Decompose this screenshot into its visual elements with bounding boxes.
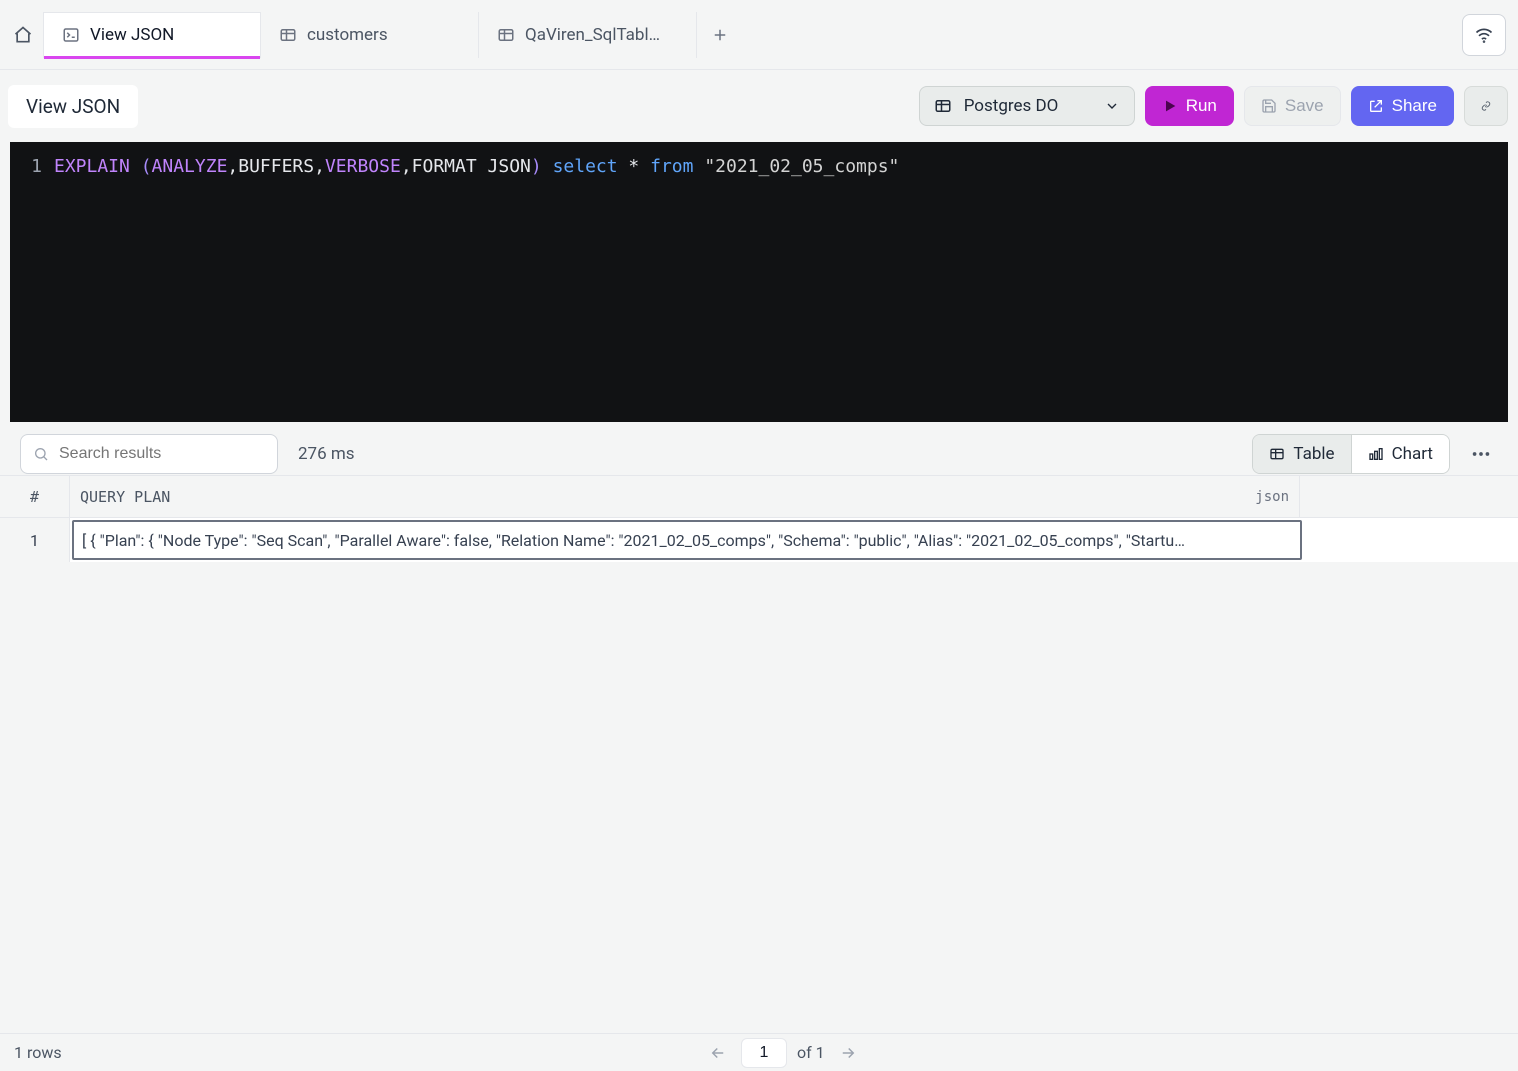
next-page-button[interactable]: [835, 1044, 861, 1062]
toolbar: View JSON Postgres DO Run Save Share: [0, 70, 1518, 130]
tab-label: QaViren_SqlTabl…: [525, 25, 660, 45]
connection-select[interactable]: Postgres DO: [919, 86, 1135, 126]
header-col-type: json: [1255, 489, 1289, 505]
share-button[interactable]: Share: [1351, 86, 1454, 126]
add-tab-button[interactable]: [697, 12, 743, 58]
terminal-icon: [62, 26, 80, 44]
line-number: 1: [10, 156, 54, 422]
prev-page-button[interactable]: [705, 1044, 731, 1062]
table-icon: [279, 26, 297, 44]
view-table-button[interactable]: Table: [1253, 435, 1350, 473]
cell-query-plan[interactable]: [ { "Plan": { "Node Type": "Seq Scan", "…: [72, 520, 1302, 560]
pager: of 1: [705, 1038, 861, 1068]
connection-status-button[interactable]: [1462, 14, 1506, 56]
table-icon: [497, 26, 515, 44]
tab-bar: View JSON customers QaViren_SqlTabl…: [0, 0, 1518, 70]
share-label: Share: [1392, 96, 1437, 116]
save-button[interactable]: Save: [1244, 86, 1341, 126]
tab-customers[interactable]: customers: [261, 12, 479, 58]
database-icon: [934, 97, 952, 115]
home-button[interactable]: [3, 15, 43, 55]
header-query-plan[interactable]: QUERY PLAN json: [70, 476, 1300, 517]
tab-label: View JSON: [90, 25, 174, 45]
row-count: 1 rows: [14, 1043, 62, 1062]
view-toggle: Table Chart: [1252, 434, 1450, 474]
results-toolbar: 276 ms Table Chart: [0, 422, 1518, 476]
run-button[interactable]: Run: [1145, 86, 1234, 126]
view-table-label: Table: [1293, 444, 1334, 464]
header-col-name: QUERY PLAN: [80, 488, 170, 506]
chart-icon: [1368, 446, 1384, 462]
page-title: View JSON: [8, 85, 138, 128]
query-timing: 276 ms: [298, 444, 355, 464]
save-label: Save: [1285, 96, 1324, 116]
sql-code: EXPLAIN (ANALYZE,BUFFERS,VERBOSE,FORMAT …: [54, 156, 899, 422]
results-table: # QUERY PLAN json 1 [ { "Plan": { "Node …: [0, 476, 1518, 562]
more-menu-button[interactable]: [1470, 443, 1506, 465]
tab-qaviren[interactable]: QaViren_SqlTabl…: [479, 12, 697, 58]
view-chart-button[interactable]: Chart: [1351, 435, 1449, 473]
chevron-down-icon: [1104, 98, 1120, 114]
connection-label: Postgres DO: [964, 96, 1059, 116]
run-label: Run: [1186, 96, 1217, 116]
row-index: 1: [0, 518, 70, 562]
search-results-input[interactable]: [20, 434, 278, 474]
tab-view-json[interactable]: View JSON: [43, 12, 261, 58]
search-input-field[interactable]: [59, 445, 265, 463]
table-row: 1 [ { "Plan": { "Node Type": "Seq Scan",…: [0, 518, 1518, 562]
page-input[interactable]: [741, 1038, 787, 1068]
tab-label: customers: [307, 25, 388, 45]
sql-editor[interactable]: 1 EXPLAIN (ANALYZE,BUFFERS,VERBOSE,FORMA…: [10, 142, 1508, 422]
table-header-row: # QUERY PLAN json: [0, 476, 1518, 518]
copy-link-button[interactable]: [1464, 86, 1508, 126]
view-chart-label: Chart: [1392, 444, 1433, 464]
header-index: #: [0, 476, 70, 517]
page-total: of 1: [797, 1043, 825, 1062]
search-icon: [33, 446, 49, 462]
footer: 1 rows of 1: [0, 1033, 1518, 1071]
table-icon: [1269, 446, 1285, 462]
